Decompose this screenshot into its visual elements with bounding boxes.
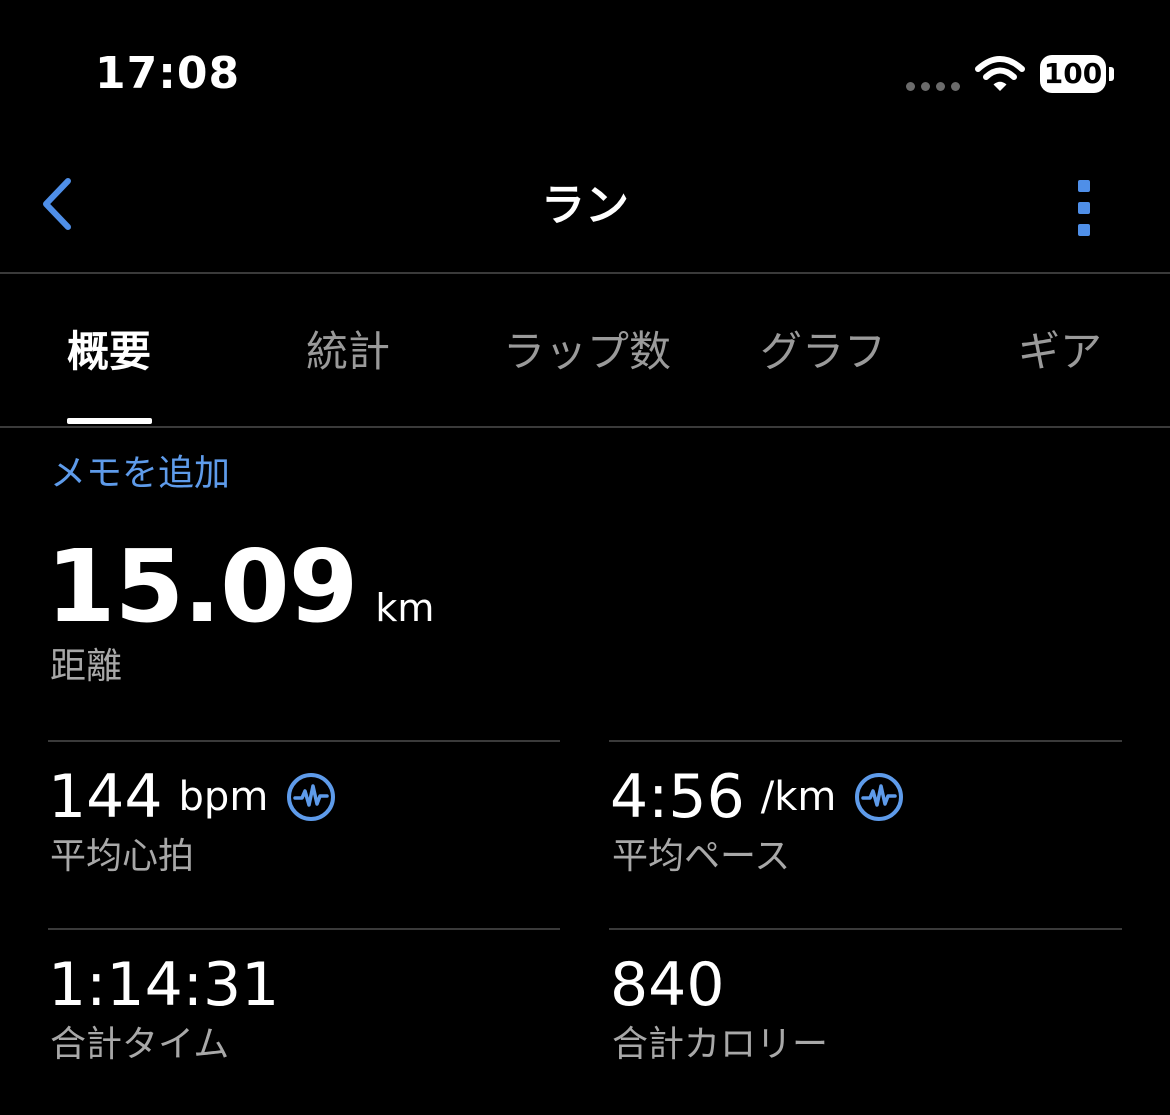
avg-heart-rate-unit: bpm (178, 774, 269, 820)
avg-pace-unit: /km (760, 774, 837, 820)
distance-display: 15.09 km (46, 532, 434, 642)
avg-pace-label: 平均ペース (612, 836, 791, 877)
stat-divider (48, 740, 560, 742)
heart-rate-pulse-icon[interactable] (286, 772, 336, 822)
heart-rate-pulse-icon[interactable] (854, 772, 904, 822)
total-time-value: 1:14:31 (48, 950, 280, 1020)
avg-pace-stat: 4:56 /km (610, 762, 904, 832)
stat-divider (48, 928, 560, 930)
avg-heart-rate-stat: 144 bpm (48, 762, 336, 832)
add-memo-link[interactable]: メモを追加 (50, 448, 230, 500)
active-tab-indicator (67, 418, 152, 424)
distance-unit: km (375, 586, 435, 630)
tab-laps[interactable]: ラップ数 (503, 322, 671, 382)
avg-heart-rate-label: 平均心拍 (50, 836, 195, 877)
tab-graph[interactable]: グラフ (760, 322, 886, 382)
header-divider (0, 272, 1170, 274)
battery-icon: 100 (1040, 55, 1116, 95)
stat-divider (609, 740, 1122, 742)
tab-gear[interactable]: ギア (1018, 322, 1102, 382)
avg-pace-value: 4:56 (610, 762, 745, 832)
total-calories-value: 840 (610, 950, 725, 1020)
wifi-icon (975, 56, 1025, 91)
tabs-divider (0, 426, 1170, 428)
avg-heart-rate-value: 144 (48, 762, 163, 832)
distance-label: 距離 (50, 646, 123, 687)
tab-overview[interactable]: 概要 (67, 322, 151, 382)
distance-value: 15.09 (46, 528, 358, 645)
cellular-signal-icon (906, 82, 960, 91)
stat-divider (609, 928, 1122, 930)
total-calories-stat: 840 (610, 950, 725, 1020)
total-time-label: 合計タイム (50, 1024, 230, 1065)
total-time-stat: 1:14:31 (48, 950, 279, 1020)
page-title: ラン (541, 180, 629, 231)
more-vertical-icon[interactable] (1078, 180, 1092, 236)
total-calories-label: 合計カロリー (612, 1024, 829, 1065)
status-time: 17:08 (95, 48, 241, 99)
battery-level: 100 (1040, 55, 1106, 93)
tab-stats[interactable]: 統計 (306, 322, 390, 382)
